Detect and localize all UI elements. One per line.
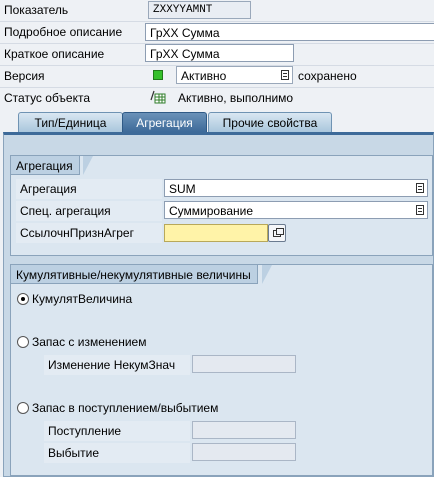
value-help-icon[interactable] xyxy=(268,224,286,242)
version-label: Версия xyxy=(4,69,45,83)
radio-inflow-outflow-label: Запас в поступлением/выбытием xyxy=(32,401,219,415)
version-dropdown[interactable]: Активно xyxy=(176,66,293,84)
aggregation-dropdown[interactable]: SUM xyxy=(164,179,428,197)
group-title-tail xyxy=(262,265,272,284)
long-desc-row: Подробное описание ГрXX Сумма xyxy=(0,22,434,43)
outflow-field[interactable] xyxy=(192,443,296,461)
cumulative-group: Кумулятивные/некумулятивные величины Кум… xyxy=(10,264,433,476)
reference-characteristic-label: СсылочнПризнАгрег xyxy=(16,223,162,243)
long-desc-field[interactable]: ГрXX Сумма xyxy=(145,23,434,41)
indicator-field[interactable]: ZXXYYAMNT xyxy=(148,1,251,19)
version-row: Версия Активно сохранено xyxy=(0,66,434,87)
exception-aggregation-label: Спец. агрегация xyxy=(16,201,162,221)
change-label: Изменение НекумЗнач xyxy=(44,355,190,375)
tab-label: Прочие свойства xyxy=(222,116,318,130)
inflow-field[interactable] xyxy=(192,421,296,439)
change-field[interactable] xyxy=(192,355,296,373)
tab-panel: Агрегация Агрегация SUM Спец. агрегация … xyxy=(3,132,434,477)
aggregation-label: Агрегация xyxy=(16,179,162,199)
dropdown-list-icon[interactable] xyxy=(416,205,424,215)
tab-aggregation[interactable]: Агрегация xyxy=(122,112,207,132)
group-title-tail xyxy=(83,156,93,175)
version-status-text: сохранено xyxy=(298,69,357,83)
short-desc-label: Краткое описание xyxy=(4,47,105,61)
green-status-icon xyxy=(153,70,163,80)
object-status-label: Статус объекта xyxy=(4,91,91,105)
long-desc-label: Подробное описание xyxy=(4,25,123,39)
activated-object-icon xyxy=(150,90,166,104)
radio-change-label: Запас с изменением xyxy=(32,335,147,349)
exception-aggregation-dropdown[interactable]: Суммирование xyxy=(164,201,428,219)
inflow-label: Поступление xyxy=(44,421,190,441)
tab-other-properties[interactable]: Прочие свойства xyxy=(208,112,332,132)
short-desc-row: Краткое описание ГрXX Сумма xyxy=(0,44,434,65)
tab-type-unit[interactable]: Тип/Единица xyxy=(18,112,123,132)
object-status-row: Статус объекта Активно, выполнимо xyxy=(0,88,434,109)
group-title: Кумулятивные/некумулятивные величины xyxy=(11,265,258,284)
radio-cumulative-label: КумулятВеличина xyxy=(32,292,133,306)
aggregation-group: Агрегация Агрегация SUM Спец. агрегация … xyxy=(10,155,433,256)
dropdown-list-icon[interactable] xyxy=(281,70,289,80)
radio-cumulative[interactable] xyxy=(17,293,29,305)
object-status-value: Активно, выполнимо xyxy=(178,91,294,105)
reference-characteristic-field[interactable] xyxy=(164,224,268,242)
tabstrip: Тип/Единица Агрегация Прочие свойства xyxy=(0,110,434,132)
radio-inflow-outflow[interactable] xyxy=(17,402,29,414)
outflow-label: Выбытие xyxy=(44,443,190,463)
indicator-row: Показатель ZXXYYAMNT xyxy=(0,0,434,21)
indicator-label: Показатель xyxy=(4,3,69,17)
group-title: Агрегация xyxy=(11,156,80,175)
tab-label: Агрегация xyxy=(136,116,193,130)
dropdown-list-icon[interactable] xyxy=(416,183,424,193)
tab-label: Тип/Единица xyxy=(34,116,107,130)
short-desc-field[interactable]: ГрXX Сумма xyxy=(145,44,294,62)
radio-change[interactable] xyxy=(17,336,29,348)
